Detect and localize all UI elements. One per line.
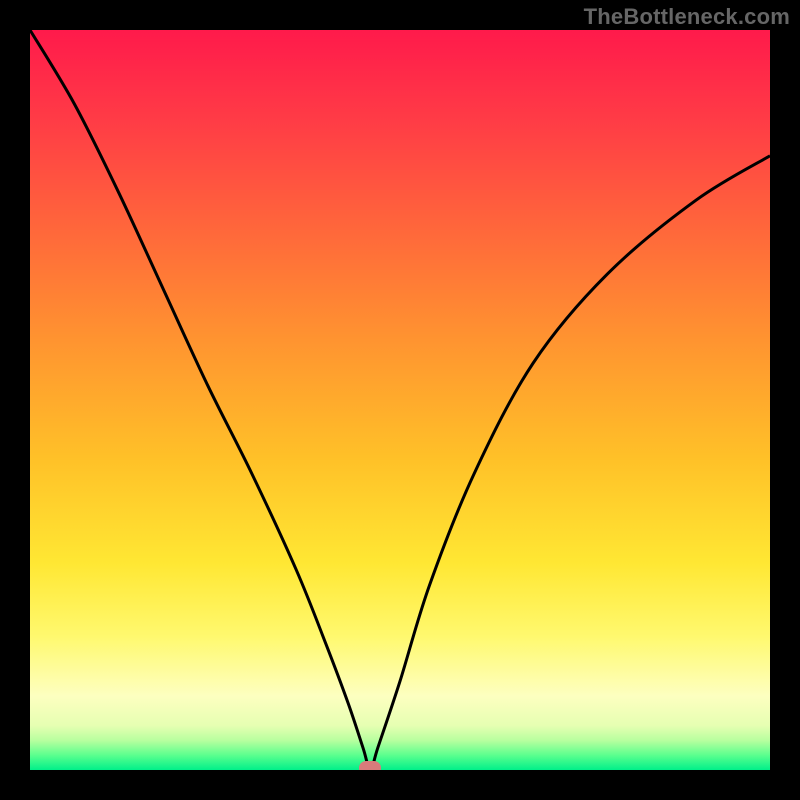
watermark-text: TheBottleneck.com — [584, 4, 790, 30]
curve-path — [30, 30, 770, 770]
plot-area — [30, 30, 770, 770]
chart-frame: TheBottleneck.com — [0, 0, 800, 800]
minimum-marker — [359, 761, 381, 770]
curve-line — [30, 30, 770, 770]
